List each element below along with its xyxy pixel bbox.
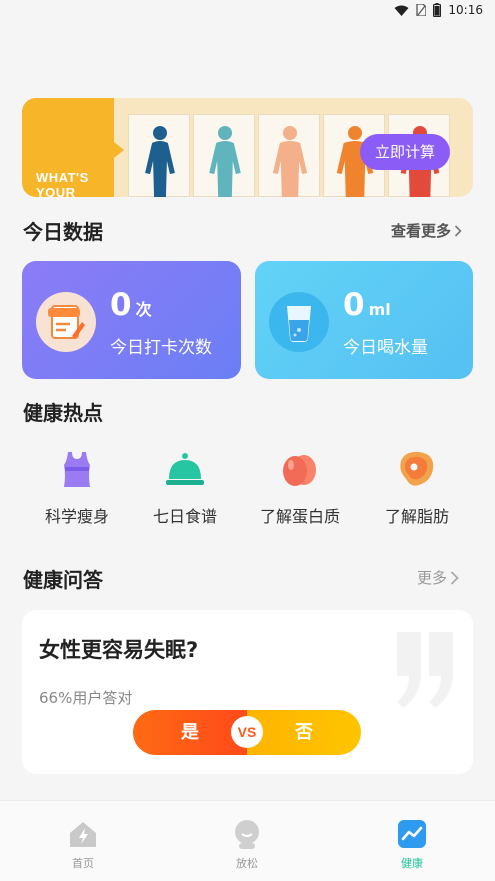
nav-label: 放松 (236, 857, 258, 870)
body-figure (128, 114, 190, 197)
answer-yes-button[interactable]: 是 (133, 710, 247, 755)
bmi-banner[interactable]: WHAT'S YOUR 立即计算 (22, 98, 473, 197)
relax-icon (235, 820, 259, 849)
banner-arrow (114, 142, 124, 158)
water-unit: ml (368, 300, 391, 319)
status-time: 10:16 (448, 3, 483, 17)
hot-item-recipes[interactable]: 七日食谱 (137, 449, 233, 527)
qa-card: 女性更容易失眠? 66%用户答对 是 否 VS (22, 610, 473, 774)
vs-badge: VS (231, 716, 263, 748)
chevron-right-icon (454, 224, 462, 237)
meat-icon (400, 451, 434, 486)
hot-item-label: 了解蛋白质 (259, 507, 340, 526)
checkin-card[interactable]: 0次 今日打卡次数 (22, 261, 241, 379)
nav-health[interactable]: 健康 (372, 819, 452, 871)
checklist-icon (36, 292, 96, 352)
food-cloche-icon (166, 453, 204, 485)
nav-home[interactable]: 首页 (43, 819, 123, 871)
home-icon (70, 822, 96, 847)
qa-question: 女性更容易失眠? (39, 638, 199, 662)
health-chart-icon (398, 820, 426, 848)
chevron-right-icon (450, 570, 459, 585)
hot-item-label: 了解脂肪 (384, 507, 449, 526)
sim-icon (416, 4, 427, 16)
eggs-icon (283, 455, 316, 486)
banner-text: WHAT'S YOUR (36, 170, 89, 197)
checkin-count: 0次 (110, 287, 152, 323)
banner-text-line2: YOUR (36, 185, 76, 197)
water-glass-icon (269, 292, 329, 352)
body-figure (193, 114, 255, 197)
wifi-icon (394, 5, 409, 16)
hot-item-fat[interactable]: 了解脂肪 (369, 449, 465, 527)
banner-text-line1: WHAT'S (36, 170, 89, 185)
status-icons: 10:16 (394, 3, 483, 17)
calculate-button[interactable]: 立即计算 (360, 134, 450, 170)
health-hot-title: 健康热点 (23, 401, 103, 425)
water-value: 0 (343, 287, 365, 323)
hot-item-label: 七日食谱 (152, 507, 217, 526)
hot-item-protein[interactable]: 了解蛋白质 (252, 449, 348, 527)
checkin-unit: 次 (135, 300, 152, 319)
qa-more-link[interactable]: 更多 (417, 567, 459, 588)
qa-more-label: 更多 (417, 569, 448, 587)
water-label: 今日喝水量 (343, 338, 428, 358)
hot-item-slimming[interactable]: 科学瘦身 (29, 449, 125, 527)
water-amount: 0 ml (343, 287, 391, 323)
bottom-nav: 首页 放松 健康 (0, 800, 495, 881)
tank-top-icon (64, 452, 90, 487)
nav-label: 首页 (72, 857, 94, 870)
checkin-label: 今日打卡次数 (110, 338, 212, 358)
nav-relax[interactable]: 放松 (207, 819, 287, 871)
today-data-title: 今日数据 (23, 220, 103, 244)
health-qa-title: 健康问答 (23, 568, 103, 592)
water-card[interactable]: 0 ml 今日喝水量 (255, 261, 473, 379)
view-more-link[interactable]: 查看更多 (391, 220, 462, 241)
view-more-label: 查看更多 (391, 222, 452, 240)
quote-icon (397, 632, 453, 708)
nav-label: 健康 (401, 857, 423, 870)
checkin-value: 0 (110, 287, 132, 323)
body-figure (258, 114, 320, 197)
hot-item-label: 科学瘦身 (44, 507, 109, 526)
answer-no-button[interactable]: 否 (247, 710, 361, 755)
qa-correct-rate: 66%用户答对 (39, 689, 133, 707)
battery-icon (433, 3, 442, 17)
status-bar: 10:16 (0, 0, 495, 22)
